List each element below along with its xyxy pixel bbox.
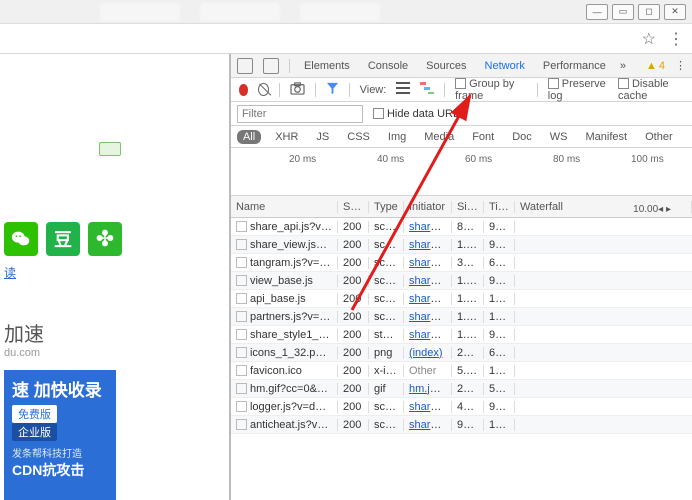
inspect-element-icon[interactable] (237, 58, 253, 74)
file-icon (236, 383, 247, 394)
tab-network[interactable]: Network (481, 60, 529, 72)
divider (349, 83, 350, 97)
col-size[interactable]: Size (452, 201, 484, 213)
col-name[interactable]: Name (231, 201, 338, 213)
free-pill: 免费版 (12, 405, 57, 423)
douban-icon[interactable]: 豆 (46, 222, 80, 256)
col-status[interactable]: Stat... (338, 201, 369, 213)
waterfall-view-icon[interactable] (420, 82, 434, 97)
badge-icon (99, 142, 121, 156)
device-toggle-icon[interactable] (263, 58, 279, 74)
network-row[interactable]: share_view.js?v=3...200scriptshare.js?..… (231, 236, 692, 254)
file-icon (236, 293, 247, 304)
hide-data-urls-checkbox[interactable]: Hide data URLs (373, 108, 465, 120)
page-content: 豆 ✤ 读 加速 du.com 速 加快收录 免费版 企业版 发条帮科技打造 C… (0, 54, 231, 500)
file-icon (236, 239, 247, 250)
network-row[interactable]: favicon.ico200x-ic...Other5.1 ...101... (231, 362, 692, 380)
more-tabs-icon[interactable]: » (620, 60, 626, 72)
typefilter-manifest[interactable]: Manifest (582, 131, 632, 143)
col-initiator[interactable]: Initiator (404, 201, 452, 213)
divider (315, 83, 316, 97)
group-by-frame-checkbox[interactable]: Group by frame (455, 78, 527, 102)
network-row[interactable]: anticheat.js?v=44...200scriptshare.js?..… (231, 416, 692, 434)
network-row[interactable]: logger.js?v=d16e...200scriptshare.js?...… (231, 398, 692, 416)
network-row[interactable]: api_base.js200scriptshare.js?...1.0 ...1… (231, 290, 692, 308)
file-icon (236, 221, 247, 232)
network-row[interactable]: icons_1_32.png?v...200png(index)25...64 … (231, 344, 692, 362)
typefilter-xhr[interactable]: XHR (271, 131, 302, 143)
read-link[interactable]: 读 (4, 264, 16, 281)
typefilter-css[interactable]: CSS (343, 131, 374, 143)
typefilter-media[interactable]: Media (420, 131, 458, 143)
screenshot-icon[interactable] (290, 82, 305, 98)
disable-cache-checkbox[interactable]: Disable cache (618, 78, 684, 102)
clover-icon[interactable]: ✤ (88, 222, 122, 256)
window-close-button[interactable]: ✕ (664, 4, 686, 20)
tab-performance[interactable]: Performance (539, 60, 610, 72)
timeline-tick: 80 ms (553, 154, 580, 165)
window-min-button[interactable]: — (586, 4, 608, 20)
tab-sources[interactable]: Sources (422, 60, 470, 72)
bookmark-star-icon[interactable]: ☆ (642, 29, 656, 49)
banner-subtitle: du.com (4, 347, 96, 359)
network-row[interactable]: partners.js?v=911...200scriptshare.js?..… (231, 308, 692, 326)
preserve-log-checkbox[interactable]: Preserve log (548, 78, 608, 102)
banner-title: 加速 (4, 318, 96, 347)
ad-cdn: CDN抗攻击 (12, 460, 108, 480)
tab-elements[interactable]: Elements (300, 60, 354, 72)
file-icon (236, 311, 247, 322)
file-icon (236, 347, 247, 358)
file-icon (236, 257, 247, 268)
tab-console[interactable]: Console (364, 60, 412, 72)
typefilter-js[interactable]: JS (312, 131, 333, 143)
window-max-button[interactable]: ◻ (638, 4, 660, 20)
col-type[interactable]: Type (369, 201, 404, 213)
typefilter-font[interactable]: Font (468, 131, 498, 143)
file-icon (236, 419, 247, 430)
divider (289, 59, 290, 73)
file-icon (236, 329, 247, 340)
col-time[interactable]: Time (484, 201, 515, 213)
divider (537, 83, 538, 97)
record-button[interactable] (239, 84, 249, 96)
timeline-tick: 20 ms (289, 154, 316, 165)
cdn-ad-banner[interactable]: 速 加快收录 免费版 企业版 发条帮科技打造 CDN抗攻击 (4, 370, 116, 500)
ad-subtext: 发条帮科技打造 (12, 445, 108, 460)
timeline-overview[interactable]: 20 ms 40 ms 60 ms 80 ms 100 ms (231, 148, 692, 196)
clear-button[interactable] (258, 83, 269, 96)
wechat-icon[interactable] (4, 222, 38, 256)
window-restore-button[interactable]: ▭ (612, 4, 634, 20)
timeline-tick: 60 ms (465, 154, 492, 165)
network-row[interactable]: share_style1_32.css200styl...share.js?..… (231, 326, 692, 344)
ad-headline: 速 加快收录 (12, 376, 108, 401)
filter-toggle-icon[interactable] (326, 82, 339, 98)
network-table-header: Name Stat... Type Initiator Size Time Wa… (231, 196, 692, 218)
devtools-panel: Elements Console Sources Network Perform… (231, 54, 692, 500)
network-row[interactable]: share_api.js?v=22...200scriptshare.js?..… (231, 218, 692, 236)
file-icon (236, 365, 247, 376)
file-icon (236, 401, 247, 412)
typefilter-img[interactable]: Img (384, 131, 410, 143)
typefilter-all[interactable]: All (237, 130, 261, 144)
col-waterfall[interactable]: Waterfall10.00◂ ▸ (515, 201, 692, 213)
typefilter-doc[interactable]: Doc (508, 131, 536, 143)
speed-banner: 加速 du.com (4, 318, 96, 359)
network-row[interactable]: tangram.js?v=377...200scriptshare.js?...… (231, 254, 692, 272)
divider (279, 83, 280, 97)
devtools-menu-icon[interactable]: ⋮ (675, 59, 686, 72)
filter-input[interactable] (237, 105, 363, 123)
warning-count[interactable]: ▲4 (646, 60, 665, 72)
typefilter-other[interactable]: Other (641, 131, 677, 143)
enterprise-pill: 企业版 (12, 423, 57, 441)
list-view-icon[interactable] (396, 82, 410, 97)
view-label: View: (360, 84, 387, 96)
network-row[interactable]: view_base.js200scriptshare.js?...1.3 ...… (231, 272, 692, 290)
timeline-tick: 100 ms (631, 154, 664, 165)
file-icon (236, 275, 247, 286)
typefilter-ws[interactable]: WS (546, 131, 572, 143)
timeline-tick: 40 ms (377, 154, 404, 165)
network-row[interactable]: hm.gif?cc=0&ck=...200gifhm.js?20...299 B… (231, 380, 692, 398)
browser-menu-icon[interactable]: ⋮ (668, 29, 682, 49)
divider (444, 83, 445, 97)
